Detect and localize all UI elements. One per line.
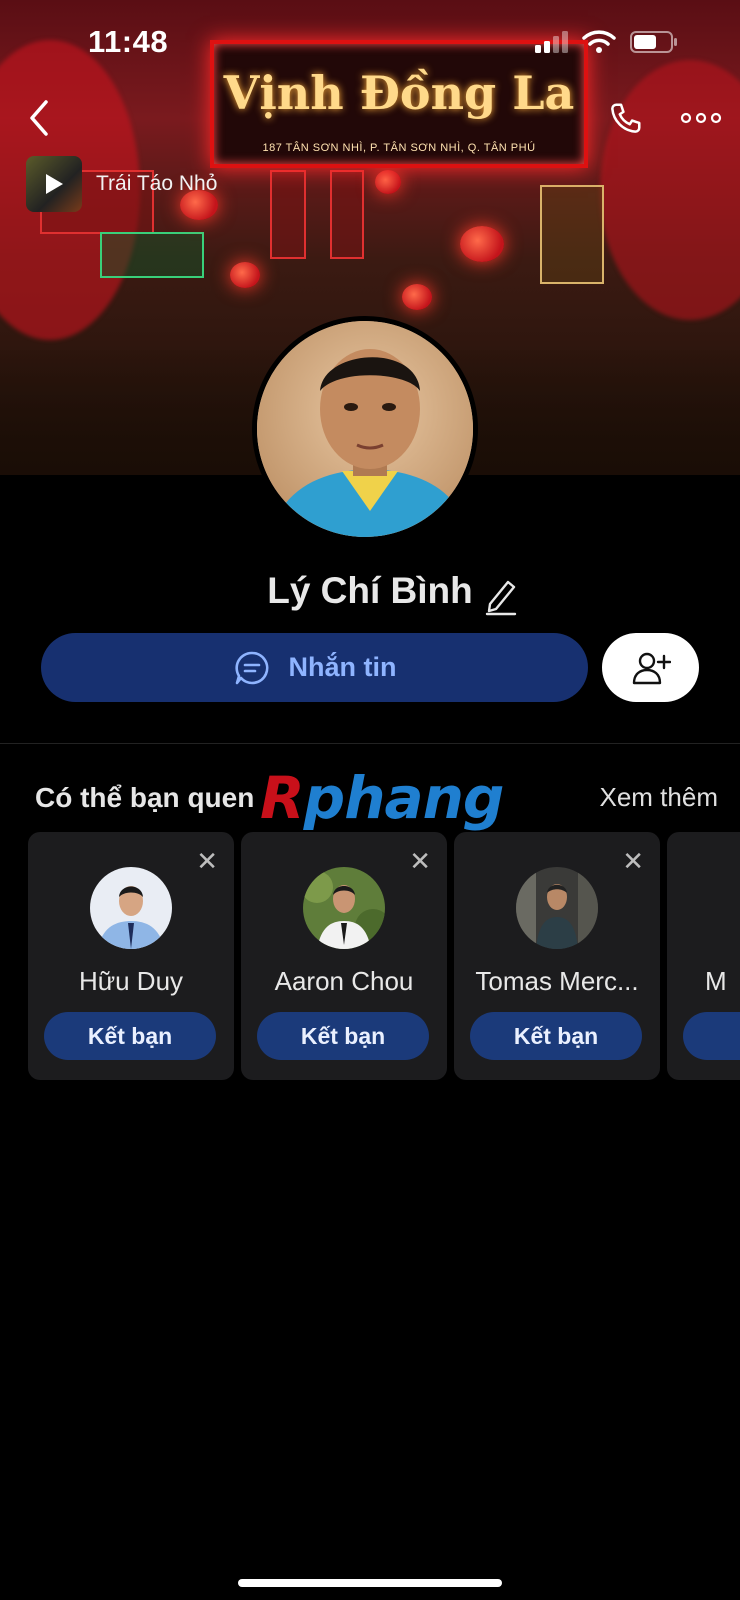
avatar-image [90,867,172,949]
lantern-decoration [375,170,401,194]
suggestion-name: Hữu Duy [78,966,184,996]
suggestion-name: M [705,966,727,996]
suggestion-card[interactable]: ✕ Hữu Duy Kết bạn [28,832,234,1080]
status-time: 11:48 [88,24,169,59]
music-thumbnail[interactable] [26,156,82,212]
edit-name-icon[interactable] [484,576,518,616]
home-indicator [238,1579,502,1587]
watermark-letter: R [260,764,305,832]
more-options-icon[interactable] [680,110,722,126]
profile-name: Lý Chí Bình [267,570,473,611]
message-button-label: Nhắn tin [288,652,397,682]
watermark-logo: Rphang [260,764,505,832]
sign-subtitle: 187 TÂN SƠN NHÌ, P. TÂN SƠN NHÌ, Q. TÂN … [262,142,536,154]
suggestions-carousel[interactable]: ✕ Hữu Duy Kết bạn ✕ Aaron Chou Kết bạn ✕… [28,832,740,1080]
lantern-decoration [402,284,432,310]
see-more-link[interactable]: Xem thêm [600,782,719,813]
add-friend-card-button[interactable]: Kết bạn [44,1012,216,1060]
avatar-image [516,867,598,949]
suggestion-avatar[interactable] [90,867,172,949]
watermark-text: phang [303,764,505,832]
phone-icon[interactable] [606,100,644,138]
play-icon[interactable] [43,172,65,196]
dismiss-icon[interactable]: ✕ [196,848,218,874]
add-friend-card-button[interactable]: Kết bạn [470,1012,642,1060]
profile-music[interactable]: Trái Táo Nhỏ [26,156,217,212]
status-icons [534,30,678,54]
cellular-signal-icon [535,31,568,53]
lantern-decoration [460,226,504,262]
cover-decoration [100,232,204,278]
suggestion-name: Tomas Merc... [475,966,639,996]
section-divider [0,743,740,744]
suggestion-card[interactable]: M [667,832,740,1080]
suggestion-card[interactable]: ✕ Aaron Chou Kết bạn [241,832,447,1080]
music-title: Trái Táo Nhỏ [96,172,218,195]
suggestions-title: Có thể bạn quen [35,782,255,813]
back-icon[interactable] [26,98,50,138]
suggestion-name: Aaron Chou [274,966,414,996]
dismiss-icon[interactable]: ✕ [622,848,644,874]
add-friend-button[interactable] [602,633,699,702]
message-button[interactable]: Nhắn tin [41,633,588,702]
lantern-decoration [230,262,260,288]
cover-decoration [270,170,306,259]
cover-decoration [540,185,604,284]
dismiss-icon[interactable]: ✕ [409,848,431,874]
cover-sign: Vịnh Đồng La 187 TÂN SƠN NHÌ, P. TÂN SƠN… [210,40,588,168]
sign-title: Vịnh Đồng La [223,66,575,120]
chat-bubble-icon [234,651,268,684]
avatar-image [257,321,473,537]
avatar-image [303,867,385,949]
add-friend-card-button[interactable] [683,1012,740,1060]
add-friend-card-button[interactable]: Kết bạn [257,1012,429,1060]
add-friend-icon [632,652,671,684]
profile-avatar[interactable] [252,316,478,542]
suggestion-card[interactable]: ✕ Tomas Merc... Kết bạn [454,832,660,1080]
suggestion-avatar[interactable] [516,867,598,949]
wifi-icon [582,30,616,53]
battery-icon [630,31,677,53]
suggestion-avatar[interactable] [303,867,385,949]
cover-decoration [600,60,740,320]
cover-decoration [330,170,364,259]
